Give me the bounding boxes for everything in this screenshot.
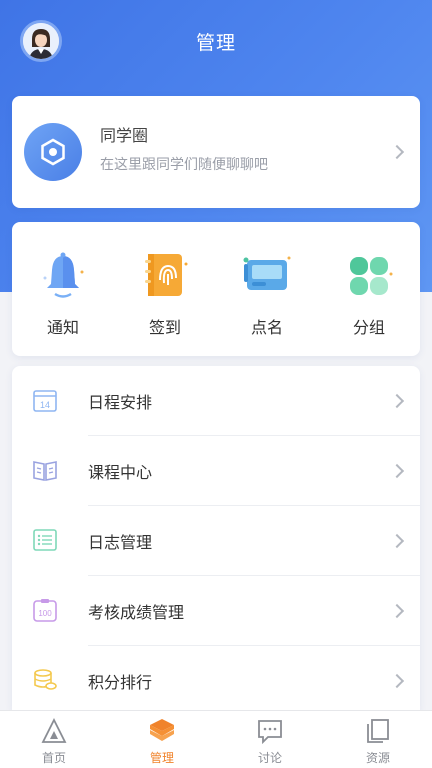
chevron-right-icon: [389, 603, 405, 619]
chevron-right-icon: [389, 673, 405, 689]
chevron-right-icon: [389, 393, 405, 409]
home-icon: [41, 717, 67, 743]
top-bar: 管理: [0, 0, 432, 84]
quick-actions: 通知 签到 点名 分组: [12, 222, 420, 356]
list-icon: [33, 529, 57, 551]
quick-action-notice[interactable]: 通知: [12, 222, 114, 356]
tab-label: 讨论: [257, 751, 282, 765]
menu-item-schedule[interactable]: 14 日程安排: [12, 366, 420, 436]
tab-discussion[interactable]: 讨论: [216, 711, 324, 768]
chat-icon: [258, 720, 282, 745]
quick-action-check-in[interactable]: 签到: [114, 222, 216, 356]
bell-icon: [43, 252, 84, 298]
tab-home[interactable]: 首页: [0, 711, 108, 768]
page-title: 管理: [195, 32, 236, 54]
tab-label: 资源: [365, 751, 390, 765]
hexagon-icon: [24, 123, 82, 181]
quick-action-label: 点名: [250, 318, 283, 337]
menu-item-label: 考核成绩管理: [88, 603, 185, 622]
menu-list: 14 日程安排 课程中心 日志管理 100 考核成绩管理 积分排行: [12, 366, 420, 710]
tab-resources[interactable]: 资源: [324, 711, 432, 768]
quick-action-group[interactable]: 分组: [318, 222, 420, 356]
calendar-icon: 14: [33, 390, 57, 412]
chevron-right-icon: [389, 533, 405, 549]
bottom-tab-bar: 首页 管理 讨论 资源: [0, 710, 432, 768]
book-icon: [33, 461, 57, 481]
roll-call-icon: [243, 256, 291, 290]
tab-label: 管理: [149, 751, 174, 765]
score-icon: 100: [33, 599, 57, 622]
chevron-right-icon: [389, 144, 405, 160]
files-icon: [367, 719, 389, 743]
calendar-icon-text: 14: [40, 400, 50, 410]
menu-item-score-management[interactable]: 100 考核成绩管理: [12, 576, 420, 646]
menu-item-label: 日程安排: [88, 393, 153, 412]
tab-management[interactable]: 管理: [108, 711, 216, 768]
quick-action-label: 通知: [46, 318, 79, 337]
menu-item-points-ranking[interactable]: 积分排行: [12, 646, 420, 716]
tab-label: 首页: [41, 751, 66, 765]
menu-item-label: 日志管理: [88, 533, 153, 552]
menu-item-log-management[interactable]: 日志管理: [12, 506, 420, 576]
circle-subtitle: 在这里跟同学们随便聊聊吧: [100, 157, 268, 173]
menu-item-label: 积分排行: [88, 673, 153, 692]
score-icon-text: 100: [38, 609, 52, 618]
classmate-circle-card[interactable]: 同学圈 在这里跟同学们随便聊聊吧: [12, 96, 420, 208]
chevron-right-icon: [389, 463, 405, 479]
circle-title: 同学圈: [100, 126, 149, 145]
fingerprint-icon: [145, 254, 188, 296]
menu-item-label: 课程中心: [88, 463, 153, 482]
group-icon: [350, 257, 393, 295]
menu-item-course-center[interactable]: 课程中心: [12, 436, 420, 506]
quick-action-roll-call[interactable]: 点名: [216, 222, 318, 356]
layers-icon: [150, 719, 174, 741]
quick-action-label: 签到: [148, 318, 181, 337]
coins-icon: [34, 669, 57, 690]
quick-action-label: 分组: [352, 318, 385, 337]
